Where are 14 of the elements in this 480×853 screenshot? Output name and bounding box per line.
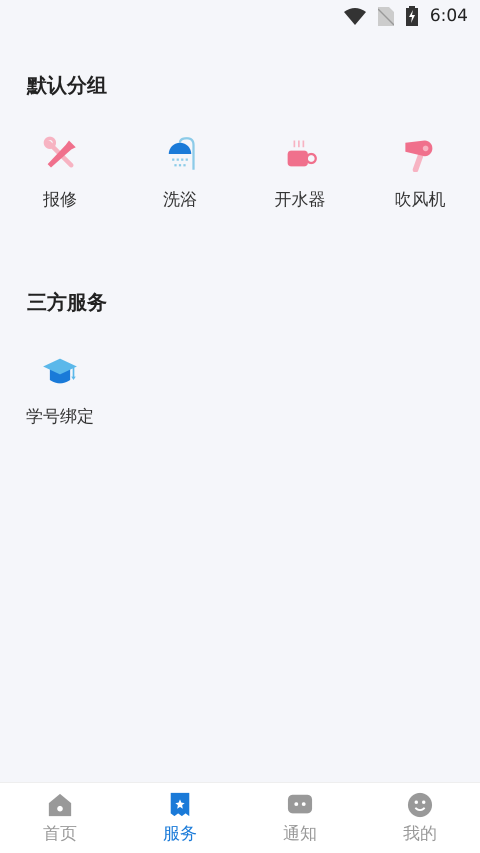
smiley-icon[interactable]: [407, 792, 433, 818]
section-title: 默认分组: [27, 72, 107, 99]
wifi-icon: [344, 8, 366, 24]
tab-label[interactable]: 服务: [163, 822, 197, 844]
section-title: 三方服务: [27, 289, 107, 316]
service-label[interactable]: 洗浴: [163, 188, 197, 211]
service-label[interactable]: 报修: [43, 188, 77, 211]
house-icon[interactable]: [47, 792, 73, 818]
clock-time: 6:04: [430, 6, 468, 26]
service-label[interactable]: 开水器: [274, 188, 326, 211]
no-sim-icon: [378, 6, 394, 26]
battery-charging-icon: [406, 6, 418, 26]
service-label[interactable]: 吹风机: [394, 188, 446, 211]
service-label[interactable]: 学号绑定: [26, 405, 94, 428]
